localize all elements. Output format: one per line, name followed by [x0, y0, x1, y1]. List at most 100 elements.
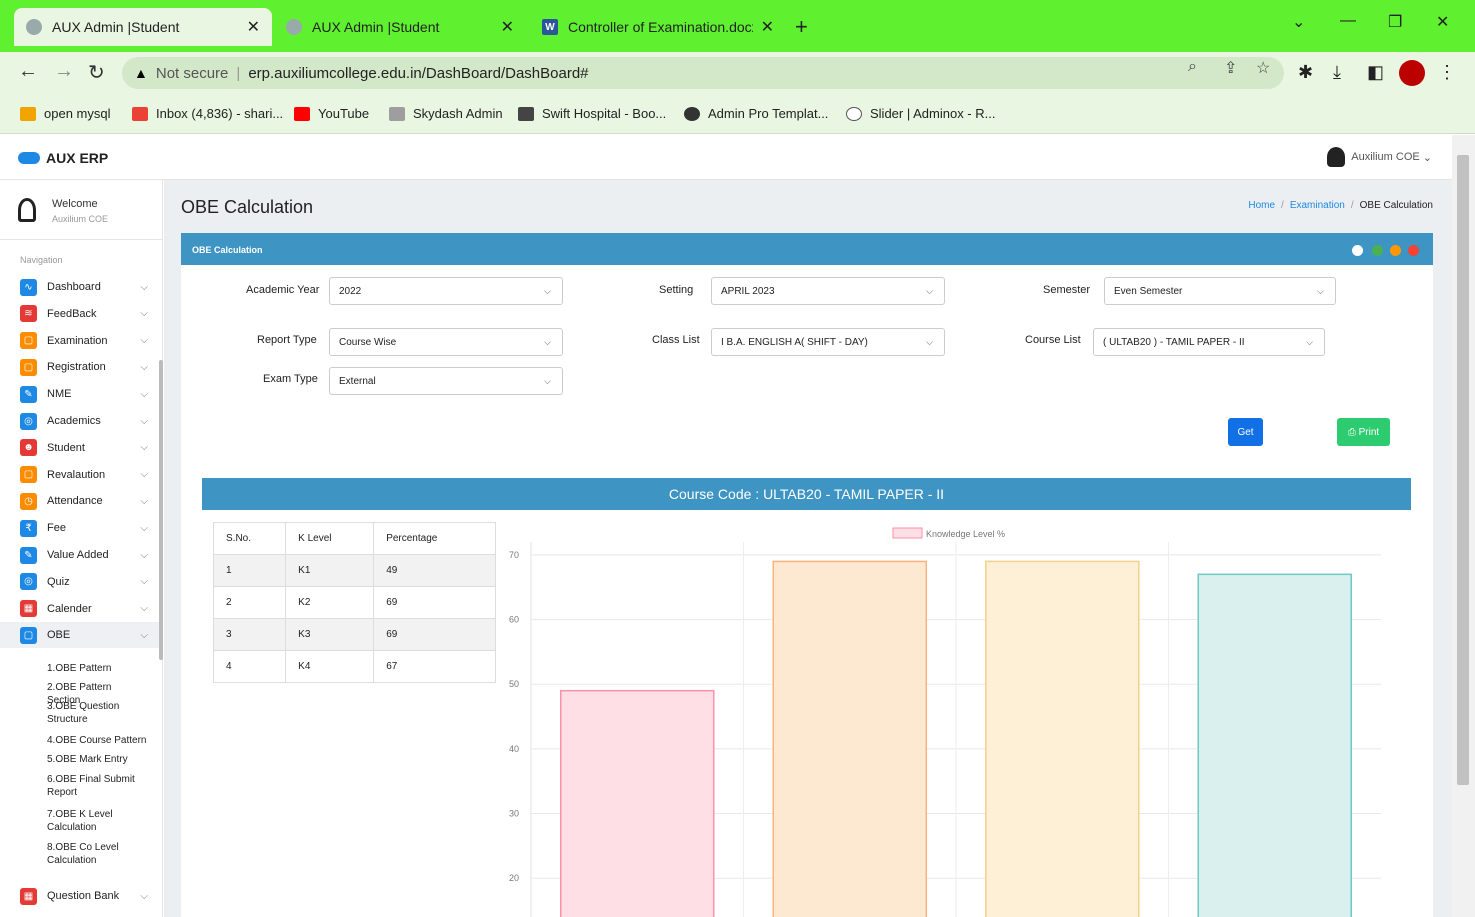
- sidebar-scrollbar[interactable]: [159, 360, 163, 660]
- bookmark-skydash[interactable]: Skydash Admin: [389, 106, 503, 121]
- page-scrollbar[interactable]: [1452, 135, 1475, 917]
- course-list-select[interactable]: ( ULTAB20 ) - TAMIL PAPER - II ⌵: [1093, 328, 1325, 356]
- sidebar-item-revalaution[interactable]: ▢ Revalaution ⌵: [0, 462, 160, 488]
- setting-select[interactable]: APRIL 2023 ⌵: [711, 277, 945, 305]
- chevron-down-icon: ⌵: [140, 442, 148, 454]
- table-row: 2 K2 69: [212, 586, 496, 619]
- sidebar-subitem[interactable]: 3.OBE Question Structure: [47, 700, 147, 726]
- breadcrumb-examination[interactable]: Examination: [1290, 200, 1345, 211]
- download-icon[interactable]: ⤓: [1333, 62, 1341, 83]
- address-bar[interactable]: ▲ Not secure | erp.auxiliumcollege.edu.i…: [122, 57, 1284, 89]
- sidebar-item-label: Fee: [47, 522, 66, 535]
- sidebar-item-attendance[interactable]: ◷ Attendance ⌵: [0, 488, 160, 514]
- sidebar-item-quiz[interactable]: ◎ Quiz ⌵: [0, 569, 160, 595]
- chevron-down-icon: ⌵: [1306, 337, 1313, 347]
- minimize-panel-icon[interactable]: [1390, 245, 1401, 256]
- browser-tab-3[interactable]: W Controller of Examination.docx - ✕: [530, 8, 786, 46]
- bookmark-label: Inbox (4,836) - shari...: [156, 106, 284, 121]
- bookmark-inbox[interactable]: Inbox (4,836) - shari...: [132, 106, 283, 121]
- scrollbar-thumb[interactable]: [1457, 155, 1469, 785]
- class-list-select[interactable]: I B.A. ENGLISH A( SHIFT - DAY) ⌵: [711, 328, 945, 356]
- close-tab-icon[interactable]: ✕: [501, 17, 514, 37]
- course-heading: Course Code : ULTAB20 - TAMIL PAPER - II: [202, 478, 1411, 510]
- report-type-select[interactable]: Course Wise ⌵: [329, 328, 563, 356]
- exam-type-select[interactable]: External ⌵: [329, 367, 563, 395]
- info-icon[interactable]: [1352, 245, 1363, 256]
- academic-year-label: Academic Year: [246, 284, 320, 296]
- chevron-down-icon: ⌵: [140, 335, 148, 347]
- sidebar-item-student[interactable]: ☻ Student ⌵: [0, 435, 160, 461]
- get-button[interactable]: Get: [1228, 418, 1263, 446]
- sidebar-subitem[interactable]: 8.OBE Co Level Calculation: [47, 841, 147, 867]
- close-tab-icon[interactable]: ✕: [247, 17, 260, 37]
- semester-select[interactable]: Even Semester ⌵: [1104, 277, 1336, 305]
- sidebar-item-academics[interactable]: ◎ Academics ⌵: [0, 408, 160, 434]
- y-tick-label: 20: [509, 873, 519, 883]
- bookmark-slider[interactable]: Slider | Adminox - R...: [846, 106, 995, 121]
- zoom-icon[interactable]: ⌕: [1188, 58, 1197, 76]
- reload-icon[interactable]: ↻: [88, 60, 105, 85]
- sidebar-item-label: Revalaution: [47, 468, 106, 481]
- browser-tab-2[interactable]: AUX Admin |Student ✕: [274, 8, 526, 46]
- sidebar-item-label: OBE: [47, 629, 71, 642]
- more-menu-icon[interactable]: ⋮: [1438, 62, 1456, 83]
- sidebar-item-dashboard[interactable]: ∿ Dashboard ⌵: [0, 274, 160, 300]
- bookmark-youtube[interactable]: YouTube: [294, 106, 369, 121]
- question-bank-icon: ▦: [20, 887, 37, 905]
- table-row: 4 K4 67: [212, 650, 496, 683]
- k-level-table: S.No. K Level Percentage 1 K1 49 2 K2 69 3 K3…: [212, 522, 496, 683]
- close-panel-icon[interactable]: [1408, 245, 1419, 256]
- browser-tab-1[interactable]: AUX Admin |Student ✕: [14, 8, 272, 46]
- restore-icon[interactable]: ❐: [1388, 12, 1402, 32]
- sidebar-item-fee[interactable]: ₹ Fee ⌵: [0, 515, 160, 541]
- academic-year-select[interactable]: 2022 ⌵: [329, 277, 563, 305]
- sidebar-item-label: Examination: [47, 334, 108, 347]
- breadcrumb-home[interactable]: Home: [1248, 200, 1275, 211]
- welcome-block: Welcome Auxilium COE: [0, 180, 163, 240]
- sidebar-subitem[interactable]: 1.OBE Pattern: [47, 662, 147, 675]
- select-value: 2022: [339, 285, 362, 297]
- sidebar-item-nme[interactable]: ✎ NME ⌵: [0, 381, 160, 407]
- user-menu[interactable]: Auxilium COE ⌄: [1327, 147, 1432, 167]
- close-tab-icon[interactable]: ✕: [761, 17, 774, 37]
- chevron-down-icon: ⌵: [926, 286, 933, 296]
- sidebar-item-obe[interactable]: ▢ OBE ⌵: [0, 622, 160, 649]
- bookmark-swift-hospital[interactable]: Swift Hospital - Boo...: [518, 106, 666, 121]
- bookmark-star-icon[interactable]: ☆: [1256, 58, 1270, 78]
- main-content: OBE Calculation Home / Examination / OBE C…: [164, 180, 1452, 917]
- chevron-down-icon: ⌄: [1422, 151, 1432, 164]
- sidebar-item-question-bank[interactable]: ▦ Question Bank ⌵: [0, 883, 160, 909]
- semester-label: Semester: [1043, 284, 1091, 296]
- sidebar-subitem[interactable]: 4.OBE Course Pattern: [47, 734, 147, 747]
- bookmark-admin-pro[interactable]: Admin Pro Templat...: [684, 106, 828, 121]
- print-button[interactable]: ⎙ Print: [1337, 418, 1390, 446]
- attendance-icon: ◷: [20, 492, 37, 510]
- close-window-icon[interactable]: ✕: [1436, 12, 1449, 32]
- minimize-icon[interactable]: —: [1340, 12, 1356, 30]
- sidebar-item-examination[interactable]: ▢ Examination ⌵: [0, 328, 160, 354]
- share-icon[interactable]: ⇪: [1224, 58, 1237, 78]
- new-tab-plus-icon[interactable]: +: [795, 14, 808, 40]
- extensions-puzzle-icon[interactable]: ✱: [1298, 62, 1313, 83]
- sidebar-subitem[interactable]: 6.OBE Final Submit Report: [47, 773, 147, 799]
- skydash-icon: [389, 106, 405, 121]
- cell-klevel: K2: [285, 586, 375, 619]
- sidebar-item-calender[interactable]: ▦ Calender ⌵: [0, 596, 160, 622]
- sidebar-item-value-added[interactable]: ✎ Value Added ⌵: [0, 542, 160, 568]
- back-arrow-icon[interactable]: ←: [18, 60, 38, 83]
- y-tick-label: 30: [509, 809, 519, 819]
- forward-arrow-icon[interactable]: →: [54, 60, 74, 83]
- bar-k4: [1197, 573, 1352, 917]
- tab-search-chevron-icon[interactable]: ⌄: [1292, 12, 1305, 32]
- sidebar-subitem[interactable]: 7.OBE K Level Calculation: [47, 808, 147, 834]
- welcome-user: Auxilium COE: [52, 214, 109, 224]
- brand-logo[interactable]: AUX ERP: [18, 150, 108, 166]
- sidebar-item-feedback[interactable]: ≋ FeedBack ⌵: [0, 301, 160, 327]
- profile-avatar[interactable]: [1399, 60, 1425, 86]
- bookmark-open-mysql[interactable]: open mysql: [20, 106, 110, 121]
- sidebar-item-label: Calender: [47, 602, 92, 615]
- sidebar-item-registration[interactable]: ▢ Registration ⌵: [0, 354, 160, 380]
- sidebar-subitem[interactable]: 5.OBE Mark Entry: [47, 753, 147, 766]
- side-panel-icon[interactable]: ◧: [1367, 62, 1384, 83]
- expand-icon[interactable]: [1372, 245, 1383, 256]
